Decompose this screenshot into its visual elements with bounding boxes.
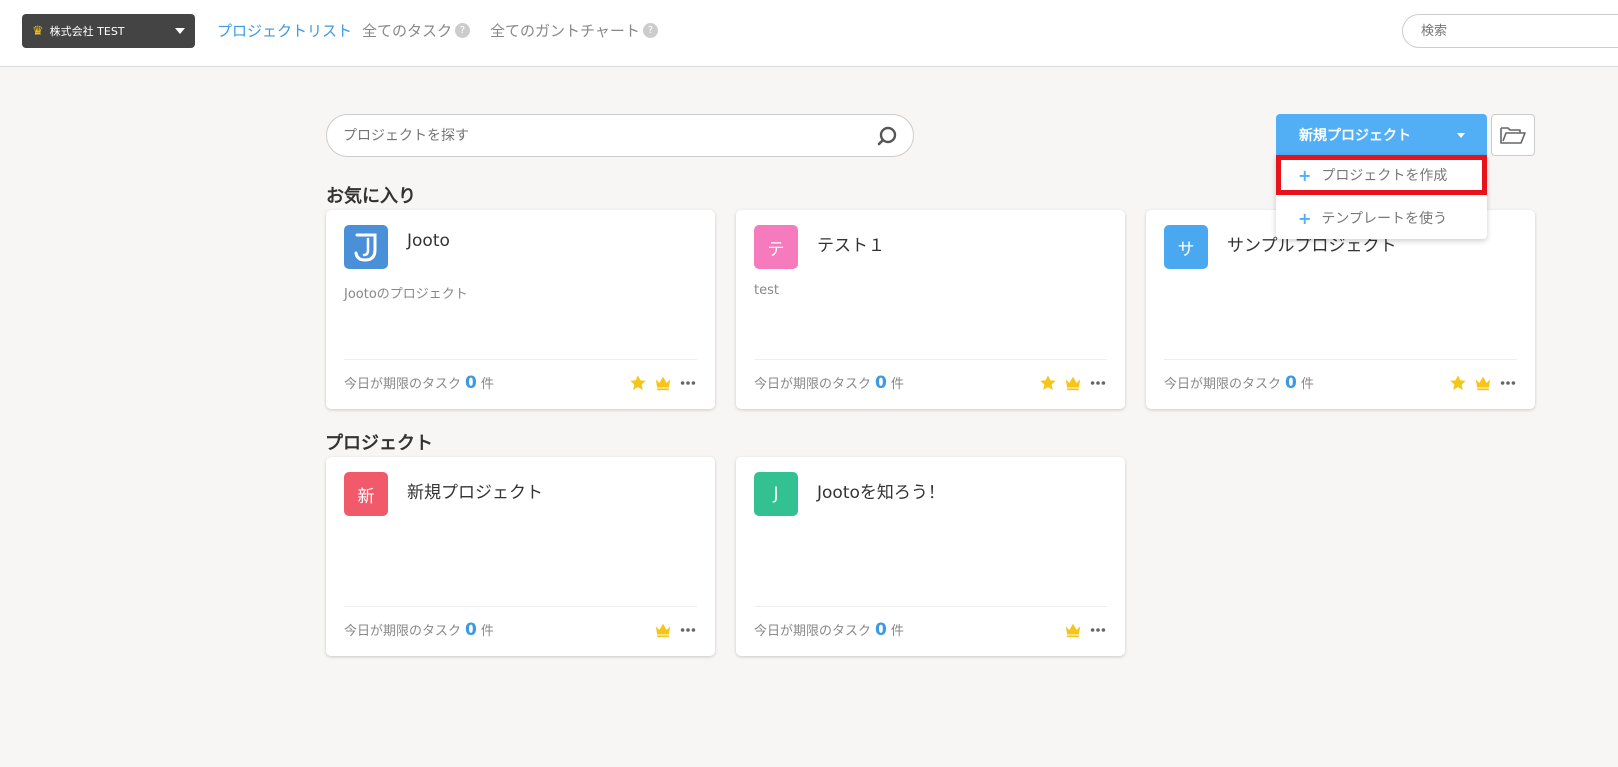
org-name: 株式会社 TEST [49, 25, 125, 38]
project-title: Jootoを知ろう！ [817, 483, 945, 503]
folder-open-icon [1500, 127, 1526, 144]
archive-folder-button[interactable] [1491, 114, 1535, 156]
due-today-summary: 今日が期限のタスク 0 件 [344, 620, 494, 640]
card-divider [1164, 359, 1517, 360]
plus-icon: + [1298, 165, 1312, 185]
help-icon[interactable]: ? [642, 23, 658, 38]
crown-icon[interactable] [1474, 374, 1492, 392]
nav-all-tasks[interactable]: 全てのタスク ? [362, 20, 471, 41]
projects-heading: プロジェクト [325, 433, 433, 454]
project-card[interactable]: 新 新規プロジェクト 今日が期限のタスク 0 件 [326, 457, 715, 656]
crown-icon: ♛ [32, 23, 44, 39]
card-divider [754, 606, 1107, 607]
due-today-unit: 件 [890, 624, 904, 639]
due-today-count[interactable]: 0 [465, 620, 477, 640]
project-title: テスト１ [817, 236, 885, 256]
due-today-count[interactable]: 0 [875, 620, 887, 640]
new-project-dropdown: + プロジェクトを作成 + テンプレートを使う [1276, 155, 1487, 239]
due-today-summary: 今日が期限のタスク 0 件 [344, 373, 494, 393]
project-card[interactable]: テ テスト１ test 今日が期限のタスク 0 件 [736, 210, 1125, 409]
chevron-down-icon [175, 28, 185, 34]
new-project-button[interactable]: 新規プロジェクト [1276, 114, 1487, 155]
card-actions [654, 621, 697, 639]
project-avatar: テ [754, 225, 798, 269]
project-card[interactable]: J Jootoを知ろう！ 今日が期限のタスク 0 件 [736, 457, 1125, 656]
nav-project-list[interactable]: プロジェクトリスト [217, 20, 352, 41]
due-today-count[interactable]: 0 [875, 373, 887, 393]
nav-all-gantt-label: 全てのガントチャート [490, 22, 640, 40]
more-options-icon[interactable] [1089, 374, 1107, 392]
project-title: 新規プロジェクト [407, 483, 543, 503]
due-today-label: 今日が期限のタスク [344, 377, 462, 392]
card-actions [1039, 374, 1107, 392]
project-avatar [344, 225, 388, 269]
star-icon[interactable] [1039, 374, 1057, 392]
more-options-icon[interactable] [679, 621, 697, 639]
project-card[interactable]: サ サンプルプロジェクト 今日が期限のタスク 0 件 [1146, 210, 1535, 409]
card-divider [344, 359, 697, 360]
global-search-input[interactable] [1402, 14, 1618, 48]
project-description: Jootoのプロジェクト [344, 287, 468, 302]
due-today-count[interactable]: 0 [465, 373, 477, 393]
crown-icon[interactable] [1064, 374, 1082, 392]
due-today-unit: 件 [890, 377, 904, 392]
project-title: Jooto [407, 231, 450, 251]
due-today-summary: 今日が期限のタスク 0 件 [754, 373, 904, 393]
help-icon[interactable]: ? [455, 23, 471, 38]
due-today-unit: 件 [1300, 377, 1314, 392]
org-switcher-button[interactable]: ♛ 株式会社 TEST [22, 14, 195, 48]
project-avatar: 新 [344, 472, 388, 516]
crown-icon[interactable] [654, 621, 672, 639]
card-divider [754, 359, 1107, 360]
due-today-label: 今日が期限のタスク [1164, 377, 1282, 392]
menu-item-use-template[interactable]: + テンプレートを使う [1276, 198, 1487, 238]
new-project-label: 新規プロジェクト [1299, 127, 1411, 144]
star-icon[interactable] [629, 374, 647, 392]
project-card[interactable]: Jooto Jootoのプロジェクト 今日が期限のタスク 0 件 [326, 210, 715, 409]
card-actions [1064, 621, 1107, 639]
more-options-icon[interactable] [679, 374, 697, 392]
nav-all-tasks-label: 全てのタスク [362, 22, 453, 40]
due-today-summary: 今日が期限のタスク 0 件 [1164, 373, 1314, 393]
due-today-count[interactable]: 0 [1285, 373, 1297, 393]
card-divider [344, 606, 697, 607]
more-options-icon[interactable] [1499, 374, 1517, 392]
menu-item-label: テンプレートを使う [1321, 211, 1447, 227]
plus-icon: + [1298, 208, 1312, 228]
project-avatar: J [754, 472, 798, 516]
due-today-unit: 件 [480, 377, 494, 392]
due-today-label: 今日が期限のタスク [754, 624, 872, 639]
card-actions [1449, 374, 1517, 392]
search-icon[interactable] [877, 126, 897, 146]
due-today-label: 今日が期限のタスク [754, 377, 872, 392]
top-header: ♛ 株式会社 TEST プロジェクトリスト 全てのタスク ? 全てのガントチャー… [0, 0, 1618, 67]
nav-all-gantt[interactable]: 全てのガントチャート ? [490, 20, 658, 41]
due-today-unit: 件 [480, 624, 494, 639]
favorites-heading: お気に入り [326, 186, 416, 207]
due-today-label: 今日が期限のタスク [344, 624, 462, 639]
crown-icon[interactable] [1064, 621, 1082, 639]
menu-item-label: プロジェクトを作成 [1321, 168, 1448, 184]
project-search-box [326, 114, 914, 157]
more-options-icon[interactable] [1089, 621, 1107, 639]
menu-item-create-project[interactable]: + プロジェクトを作成 [1276, 155, 1487, 195]
project-description: test [754, 283, 779, 298]
project-avatar: サ [1164, 225, 1208, 269]
jooto-logo-icon [354, 233, 377, 262]
chevron-down-icon [1457, 133, 1465, 138]
crown-icon[interactable] [654, 374, 672, 392]
card-actions [629, 374, 697, 392]
due-today-summary: 今日が期限のタスク 0 件 [754, 620, 904, 640]
project-search-input[interactable] [343, 126, 843, 146]
star-icon[interactable] [1449, 374, 1467, 392]
